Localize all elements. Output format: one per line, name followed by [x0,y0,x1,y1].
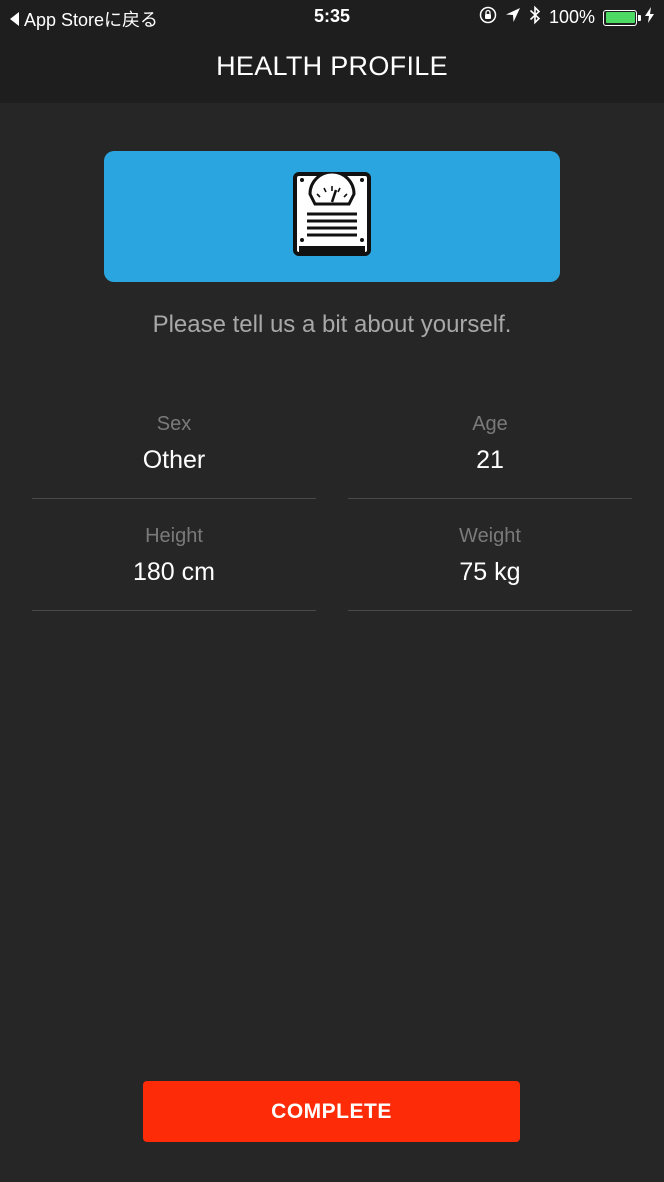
status-bar: App Storeに戻る 5:35 100% [0,0,664,34]
weight-field[interactable]: Weight 75 kg [348,525,632,611]
age-label: Age [472,413,508,435]
battery-percent: 100% [548,7,595,27]
sex-value[interactable]: Other [32,446,316,475]
intro-text: Please tell us a bit about yourself. [152,311,512,338]
navigation-bar: HEALTH PROFILE [0,34,664,103]
location-arrow-icon [505,7,521,28]
bluetooth-icon [529,5,541,30]
sex-field[interactable]: Sex Other [32,413,316,499]
scale-icon [293,170,371,261]
battery-icon [603,9,641,26]
age-value[interactable]: 21 [348,446,632,475]
charging-bolt-icon [645,7,654,28]
page-title: HEALTH PROFILE [216,51,448,81]
status-indicators: 100% [479,5,654,30]
height-value[interactable]: 180 cm [32,558,316,587]
height-field[interactable]: Height 180 cm [32,525,316,611]
orientation-lock-icon [479,6,497,29]
weight-label: Weight [459,525,521,547]
complete-button[interactable]: COMPLETE [143,1081,520,1142]
hero-banner [104,151,560,282]
age-field[interactable]: Age 21 [348,413,632,499]
height-label: Height [145,525,203,547]
health-profile-screen: App Storeに戻る 5:35 100% HEALTH PROFILE Pl… [0,0,664,1182]
weight-value[interactable]: 75 kg [348,558,632,587]
sex-label: Sex [156,413,192,435]
